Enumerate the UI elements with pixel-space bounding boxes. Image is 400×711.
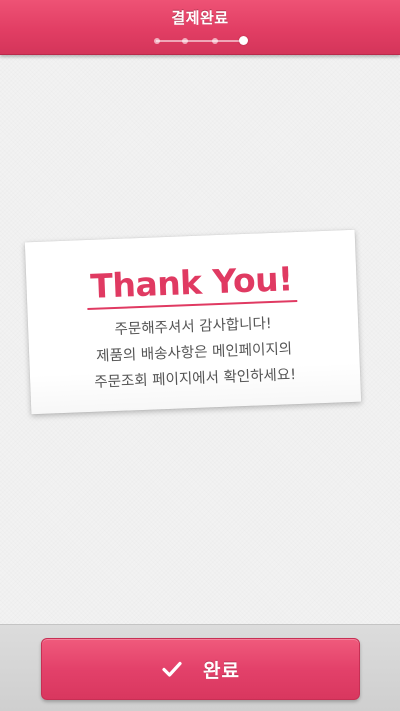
step-indicator — [152, 35, 248, 47]
bottom-bar: 완료 — [0, 624, 400, 711]
step-dot-1 — [154, 38, 160, 44]
thank-you-note: Thank You! 주문해주셔서 감사합니다! 제품의 배송사항은 메인페이지… — [24, 229, 362, 415]
step-dot-3 — [212, 38, 218, 44]
thank-you-headline: Thank You! — [85, 259, 298, 311]
page-title: 결제완료 — [171, 9, 229, 27]
step-dot-4-active — [239, 36, 248, 45]
header-bar: 결제완료 — [0, 0, 400, 55]
note-message: 주문해주셔서 감사합니다! 제품의 배송사항은 메인페이지의 주문조회 페이지에… — [28, 308, 361, 399]
done-button-label: 완료 — [203, 659, 240, 682]
step-dot-2 — [182, 38, 188, 44]
done-button-content[interactable]: 완료 — [42, 639, 359, 699]
step-line — [156, 40, 242, 42]
check-icon — [161, 658, 183, 680]
done-button[interactable]: 완료 — [41, 638, 360, 700]
